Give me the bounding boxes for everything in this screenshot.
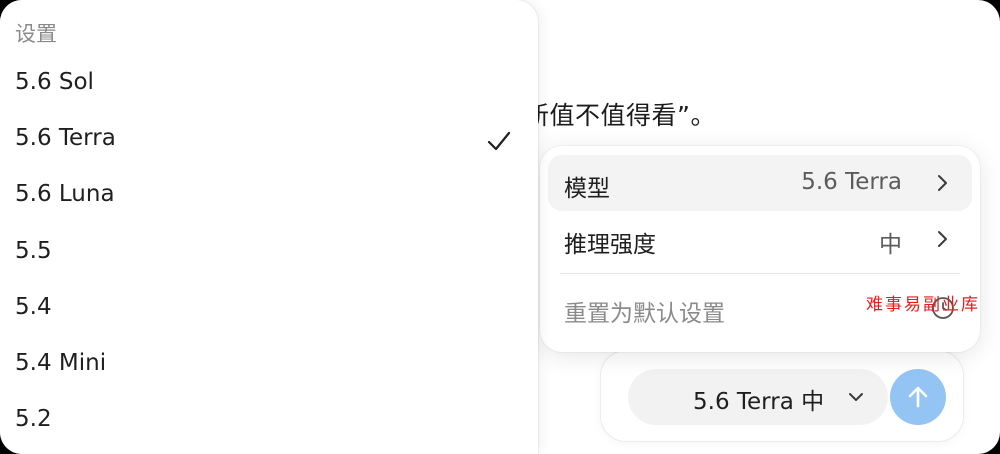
chevron-right-icon [938,231,947,247]
model-option-label: 5.5 [15,238,52,264]
model-option-label: 5.6 Terra [15,125,116,151]
model-option-5-6-sol[interactable]: 5.6 Sol [0,57,538,113]
reasoning-value: 中 [879,232,902,258]
model-option-5-4-mini[interactable]: 5.4 Mini [0,338,538,394]
reset-defaults-button[interactable]: 重置为默认设置 [564,294,725,328]
model-pill-label: 5.6 Terra 中 [693,389,825,415]
model-option-5-4[interactable]: 5.4 [0,282,538,338]
watermark-text: 难事易副业库 [866,295,980,315]
popover-item-model[interactable]: 模型 5.6 Terra [548,155,972,211]
model-option-5-2[interactable]: 5.2 [0,394,538,450]
dropdown-header: 设置 [15,22,57,46]
model-option-label: 5.6 Luna [15,181,115,207]
popover-divider [560,273,960,274]
model-option-label: 5.4 Mini [15,350,107,376]
settings-popover: 模型 5.6 Terra 推理强度 中 重置为默认设置 [540,146,980,352]
checkmark-icon [487,131,511,151]
model-selector-pill[interactable]: 5.6 Terra 中 [628,369,888,425]
arrow-up-icon [908,386,928,408]
model-option-label: 5.2 [15,406,52,432]
model-option-5-6-terra[interactable]: 5.6 Terra [0,113,538,169]
chat-message-text: 新值不值得看”。 [524,101,716,130]
model-option-label: 5.4 [15,294,52,320]
chevron-down-icon [849,393,863,401]
app-canvas: 新值不值得看”。 5.6 Terra 中 模型 5.6 Terra 推理强度 中 [0,0,1000,454]
model-option-5-5[interactable]: 5.5 [0,226,538,282]
model-option-5-6-luna[interactable]: 5.6 Luna [0,169,538,225]
chevron-right-icon [938,175,947,191]
model-option-label: 5.6 Sol [15,69,94,95]
reasoning-label: 推理强度 [564,232,656,258]
send-button[interactable] [890,369,946,425]
popover-item-reasoning[interactable]: 推理强度 中 [548,211,972,267]
model-label: 模型 [564,176,610,202]
model-value: 5.6 Terra [801,169,902,195]
model-dropdown-menu: 设置 5.6 Sol 5.6 Terra 5.6 Luna 5.5 5.4 5.… [0,0,538,454]
